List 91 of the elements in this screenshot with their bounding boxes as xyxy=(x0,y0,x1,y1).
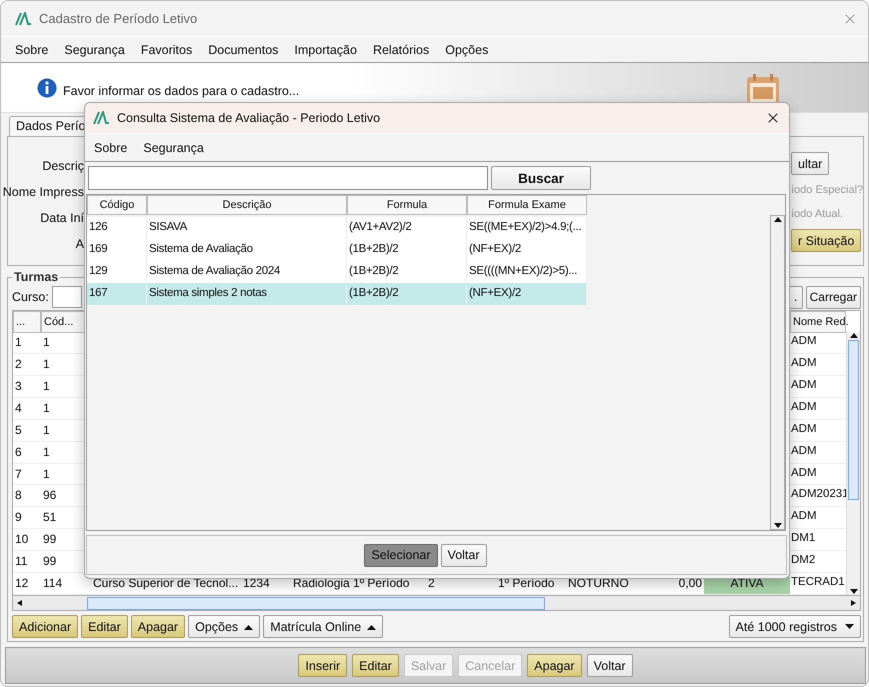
action-button[interactable]: Opções xyxy=(188,615,260,638)
table-cell[interactable]: (1B+2B)/2 xyxy=(347,283,467,305)
calendar-icon xyxy=(746,73,780,103)
table-cell: 3 xyxy=(13,376,41,398)
table-cell: 11 xyxy=(13,551,41,574)
action-button[interactable]: Apagar xyxy=(130,615,186,638)
info-message: Favor informar os dados para o cadastro... xyxy=(63,84,300,98)
column-header[interactable]: ... xyxy=(13,311,41,333)
dialog-button[interactable]: Selecionar xyxy=(364,544,438,566)
table-cell[interactable]: (1B+2B)/2 xyxy=(347,239,467,261)
table-row[interactable]: 167 Sistema simples 2 notas (1B+2B)/2 (NF+EX)/2 xyxy=(87,283,587,305)
table-cell[interactable]: (NF+EX)/2 xyxy=(467,239,587,261)
footer-button[interactable]: Editar xyxy=(352,654,399,677)
table-cell[interactable]: Sistema de Avaliação xyxy=(147,239,347,261)
column-header[interactable]: Nome Red. xyxy=(790,311,846,333)
footer-button[interactable]: Voltar xyxy=(586,654,633,677)
table-cell: 6 xyxy=(13,442,41,464)
horizontal-scrollbar[interactable] xyxy=(12,596,861,611)
down-arrow-icon xyxy=(850,589,858,595)
up-arrow-icon xyxy=(774,216,782,222)
search-field[interactable] xyxy=(88,166,488,190)
field-label: A xyxy=(76,237,84,251)
menu-item[interactable]: Segurança xyxy=(64,42,125,56)
menu-item[interactable]: Sobre xyxy=(15,42,48,56)
table-cell[interactable]: (1B+2B)/2 xyxy=(347,261,467,283)
checkbox-label: íodo Especial? xyxy=(791,183,864,198)
menu-item[interactable]: Favoritos xyxy=(140,42,192,56)
records-dropdown[interactable]: Até 1000 registros xyxy=(728,615,861,638)
right-arrow-icon xyxy=(849,600,857,606)
table-cell[interactable]: (NF+EX)/2 xyxy=(467,283,587,305)
table-cell[interactable]: 167 xyxy=(87,283,147,305)
table-row[interactable]: 126 SISAVA (AV1+AV2)/2 SE((ME+EX)/2)>4.9;(... xyxy=(87,217,587,239)
column-header[interactable]: Descrição xyxy=(147,195,347,215)
caret-icon xyxy=(244,624,254,630)
table-cell[interactable]: 126 xyxy=(87,217,147,239)
menu-item[interactable]: Opções xyxy=(445,42,488,56)
menu-item[interactable]: Segurança xyxy=(143,140,204,154)
menu-item[interactable]: Relatórios xyxy=(372,42,430,56)
logo-icon xyxy=(15,12,31,26)
checkbox-label: íodo Atual. xyxy=(791,207,843,222)
load-button[interactable]: Carregar xyxy=(806,286,861,308)
column-header[interactable]: Formula xyxy=(347,195,467,215)
table-cell[interactable]: 169 xyxy=(87,239,147,261)
table-cell[interactable]: SE((((MN+EX)/2)>5)... xyxy=(467,261,587,283)
table-row[interactable]: 169 Sistema de Avaliação (1B+2B)/2 (NF+EX)/2 xyxy=(87,239,587,261)
field-label: Curso: xyxy=(12,290,49,304)
table-cell[interactable]: Sistema simples 2 notas xyxy=(147,283,347,305)
dialog-button[interactable]: Voltar xyxy=(440,544,487,566)
caret-icon xyxy=(845,624,854,630)
column-header[interactable]: Formula Exame xyxy=(467,195,587,215)
table-cell[interactable]: SISAVA xyxy=(147,217,347,239)
table-cell: 12 xyxy=(13,573,41,596)
search-button[interactable]: Buscar xyxy=(491,166,591,190)
info-icon xyxy=(37,78,57,98)
action-button[interactable]: ultar xyxy=(791,152,830,175)
action-button[interactable]: Editar xyxy=(81,615,128,638)
dialog-title: Consulta Sistema de Avaliação - Periodo Letivo xyxy=(117,111,382,125)
footer-button[interactable]: Apagar xyxy=(527,654,582,677)
down-arrow-icon xyxy=(774,523,782,529)
action-button[interactable]: r Situação xyxy=(791,229,862,252)
field-label: Data Iní xyxy=(40,211,84,225)
table-cell: 7 xyxy=(13,464,41,486)
table-cell: 5 xyxy=(13,420,41,442)
logo-icon xyxy=(93,111,109,125)
table-cell[interactable]: (AV1+AV2)/2 xyxy=(347,217,467,239)
table-cell: 9 xyxy=(13,507,41,530)
menu-item[interactable]: Sobre xyxy=(94,140,128,154)
table-cell[interactable]: SE((ME+EX)/2)>4.9;(... xyxy=(467,217,587,239)
up-arrow-icon xyxy=(850,332,858,338)
group-title: Turmas xyxy=(13,270,60,284)
scrollbar[interactable] xyxy=(770,215,785,530)
caret-icon xyxy=(367,624,376,630)
footer-button[interactable]: Inserir xyxy=(298,654,348,677)
field-label: Nome Impress xyxy=(2,185,84,199)
table-cell: 10 xyxy=(13,529,41,552)
course-field[interactable] xyxy=(52,286,82,308)
table-cell: 8 xyxy=(13,485,41,508)
action-button[interactable]: Matrícula Online xyxy=(263,615,384,638)
menu-item[interactable]: Importação xyxy=(294,42,357,56)
field-label: Descriç xyxy=(42,159,84,173)
table-cell: 4 xyxy=(13,398,41,420)
menu-item[interactable]: Documentos xyxy=(208,42,278,56)
table-cell: 2 xyxy=(13,354,41,376)
table-cell[interactable]: 129 xyxy=(87,261,147,283)
action-button[interactable]: Adicionar xyxy=(12,615,78,638)
table-cell: 1 xyxy=(13,332,41,354)
left-arrow-icon xyxy=(16,600,24,606)
column-header[interactable]: Código xyxy=(87,195,147,215)
table-row[interactable]: 129 Sistema de Avaliação 2024 (1B+2B)/2 SE((((MN+EX)/2)>5)... xyxy=(87,261,587,283)
table-cell[interactable]: Sistema de Avaliação 2024 xyxy=(147,261,347,283)
window-title: Cadastro de Período Letivo xyxy=(39,11,198,26)
